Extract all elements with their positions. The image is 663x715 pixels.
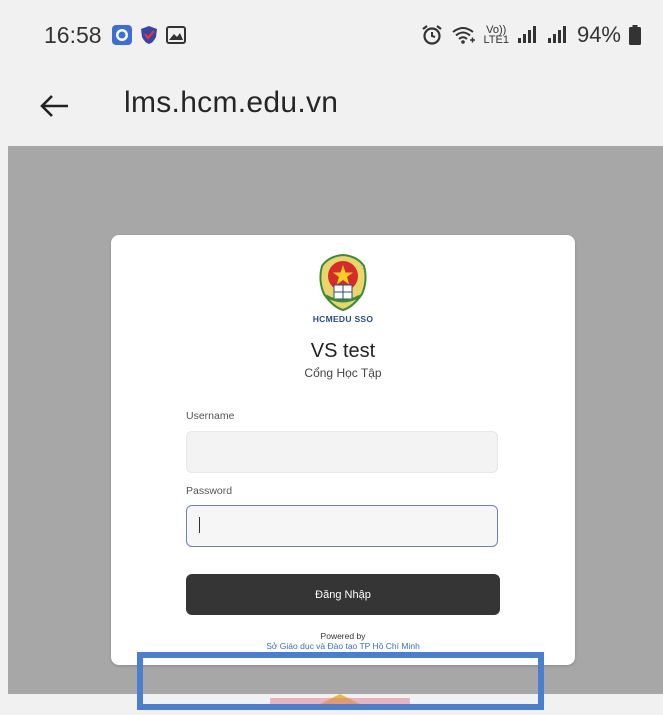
shield-app-icon [112, 25, 132, 45]
username-input[interactable] [186, 431, 498, 473]
org-link[interactable]: Sở Giáo dục và Đào tạo TP Hồ Chí Minh [111, 641, 575, 651]
text-caret [199, 517, 200, 533]
password-input[interactable] [186, 505, 498, 547]
login-button[interactable]: Đăng Nhập [186, 574, 500, 615]
web-content: HCMEDU SSO VS test Cổng Học Tập Username… [8, 146, 663, 694]
image-icon [166, 26, 186, 44]
password-label: Password [186, 485, 233, 497]
powered-by-text: Powered by [320, 631, 366, 641]
hcmedu-emblem-icon [319, 253, 367, 312]
battery-percent: 94% [576, 22, 621, 47]
status-icons: Vo)) LTE1 94% [421, 22, 641, 48]
status-time: 16:58 [44, 22, 102, 48]
page-url: lms.hcm.edu.vn [124, 86, 339, 119]
browser-toolbar: lms.hcm.edu.vn [0, 72, 663, 146]
signal-icon [547, 26, 566, 43]
username-label: Username [186, 410, 235, 422]
volte-icon: Vo)) LTE1 [483, 24, 509, 46]
login-subtitle: Cổng Học Tập [304, 366, 382, 380]
battery-icon [629, 25, 641, 45]
signal-icon [517, 26, 536, 43]
wifi-icon [452, 27, 476, 44]
login-card: HCMEDU SSO VS test Cổng Học Tập Username… [111, 235, 575, 665]
highlight-box [137, 652, 544, 710]
arrow-left-icon[interactable] [38, 82, 72, 130]
alarm-icon [422, 25, 443, 45]
status-bar: 16:58 Vo)) LTE1 94% [0, 0, 663, 72]
vpn-shield-icon [141, 26, 157, 44]
logo-text: HCMEDU SSO [312, 314, 374, 324]
login-title: VS test [310, 340, 376, 362]
